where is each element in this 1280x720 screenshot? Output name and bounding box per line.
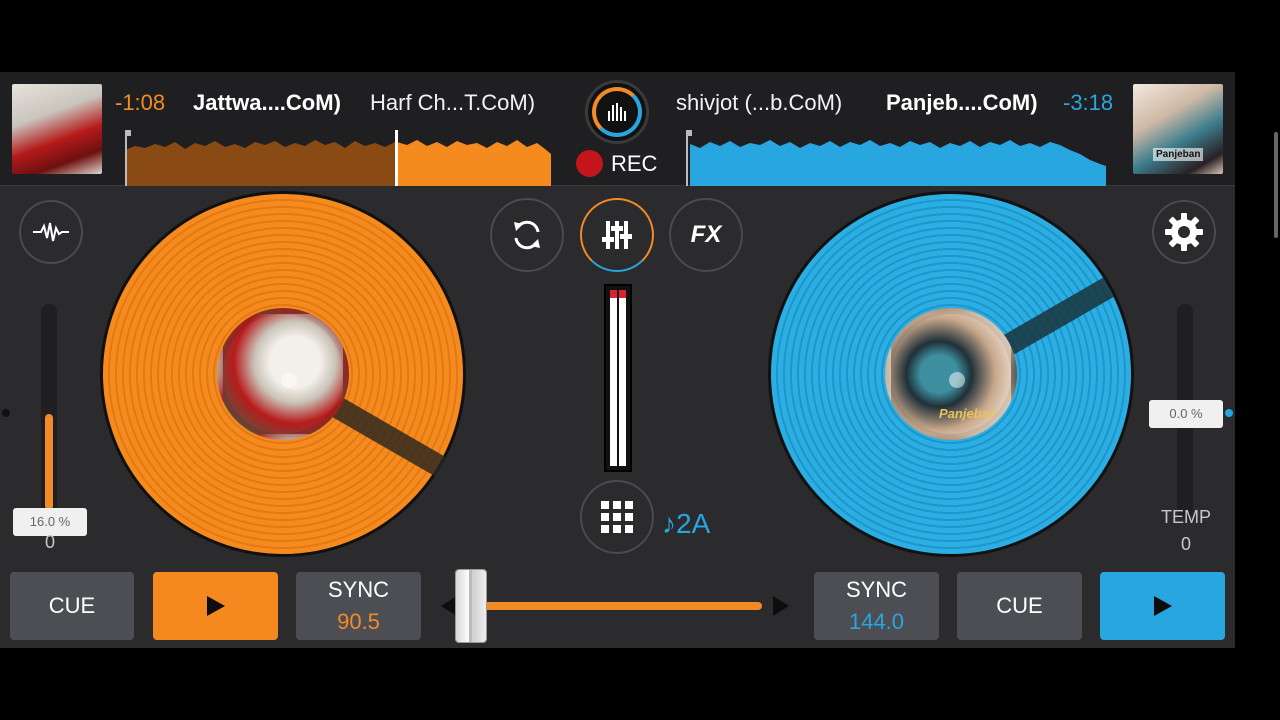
deck-a-bpm: 90.5 (337, 609, 380, 634)
play-icon (1153, 596, 1172, 616)
bottom-controls: CUE SYNC 90.5 SYNC 144.0 CUE (0, 558, 1235, 648)
deck-b-pitch-value: 0.0 % (1149, 400, 1223, 428)
settings-button[interactable] (1152, 200, 1216, 264)
deck-b-play-button[interactable] (1100, 572, 1225, 640)
grid-icon (601, 501, 633, 533)
deck-b-bpm: 144.0 (848, 609, 905, 634)
app-logo-button[interactable] (585, 80, 649, 144)
deck-a-album-art[interactable] (12, 84, 102, 174)
deck-b-tempo-text: TEMP (1160, 507, 1211, 527)
top-bar: -1:08 Jattwa....CoM) Harf Ch...T.CoM) RE… (0, 72, 1235, 186)
deck-b-sync-button[interactable]: SYNC 144.0 (814, 572, 939, 640)
deck-a-track-artist: Harf Ch...T.CoM) (370, 90, 536, 115)
deck-b-time-remaining: -3:18 (1063, 90, 1114, 115)
gear-icon (1165, 213, 1203, 251)
deck-a-pitch-reset-dot[interactable] (2, 409, 10, 417)
deck-b-track-artist: shivjot (...b.CoM) (676, 90, 843, 115)
deck-a-waveform[interactable] (125, 130, 551, 186)
deck-b-waveform[interactable] (686, 130, 1112, 186)
deck-b-tempo-zero: 0 (1180, 534, 1191, 554)
refresh-icon (514, 220, 540, 250)
crossfader-right-arrow-icon[interactable] (773, 596, 789, 616)
deck-b-track-title: Panjeb....CoM) (886, 90, 1038, 115)
deck-b-cue-button[interactable]: CUE (957, 572, 1082, 640)
deck-a-waveform-graphic (125, 130, 551, 186)
deck-b-pitch-reset-dot[interactable] (1225, 409, 1233, 417)
deck-b-album-art[interactable]: Panjeban (1133, 84, 1223, 174)
mixer-sliders-icon (602, 221, 632, 249)
waveform-icon (33, 222, 69, 242)
loop-sync-button[interactable] (490, 198, 564, 272)
deck-a-tempo-zero: 0 (44, 532, 55, 552)
deck-a-time-remaining: -1:08 (115, 90, 166, 115)
vu-left-channel (610, 290, 617, 466)
deck-b-record-label-text: Panjeban (939, 406, 997, 421)
page-scrollbar[interactable] (1274, 132, 1278, 238)
key-indicator[interactable]: ♪2A (662, 508, 710, 540)
deck-a-record-label (217, 308, 349, 440)
crossfader-left-arrow-icon[interactable] (441, 596, 457, 616)
deck-a-pitch-fill (45, 414, 53, 510)
sampler-button[interactable] (580, 480, 654, 554)
deck-a-track-title: Jattwa....CoM) (193, 90, 341, 115)
deck-a-sync-button[interactable]: SYNC 90.5 (296, 572, 421, 640)
crossfader-knob[interactable] (456, 570, 486, 642)
logo-bars (608, 103, 626, 121)
deck-b-spindle (949, 372, 965, 388)
record-dot-icon[interactable] (576, 150, 603, 177)
deck-a-spindle (281, 372, 297, 388)
deck-b-record-label: Panjeban (885, 308, 1017, 440)
waveform-toggle-button[interactable] (19, 200, 83, 264)
record-label[interactable]: REC (611, 151, 657, 177)
deck-a-sync-label: SYNC (327, 577, 390, 602)
deck-a-pitch-slider[interactable] (41, 304, 57, 518)
deck-b-sync-label: SYNC (845, 577, 908, 602)
deck-a-cue-button[interactable]: CUE (10, 572, 134, 640)
vu-right-channel (619, 290, 626, 466)
deck-b-waveform-graphic (686, 130, 1106, 186)
play-icon (206, 596, 225, 616)
deck-b-tempo-label: TEMP 0 (1150, 504, 1222, 558)
deck-b-platter[interactable]: Panjeban (768, 191, 1134, 557)
crossfader-track[interactable] (462, 602, 762, 610)
deck-a-play-button[interactable] (153, 572, 278, 640)
master-vu-meter (604, 284, 632, 472)
dj-app: -1:08 Jattwa....CoM) Harf Ch...T.CoM) RE… (0, 72, 1235, 648)
deck-a-platter[interactable] (100, 191, 466, 557)
fx-button[interactable]: FX (669, 198, 743, 272)
mixer-button[interactable] (580, 198, 654, 272)
deck-b-album-art-text: Panjeban (1153, 148, 1204, 161)
